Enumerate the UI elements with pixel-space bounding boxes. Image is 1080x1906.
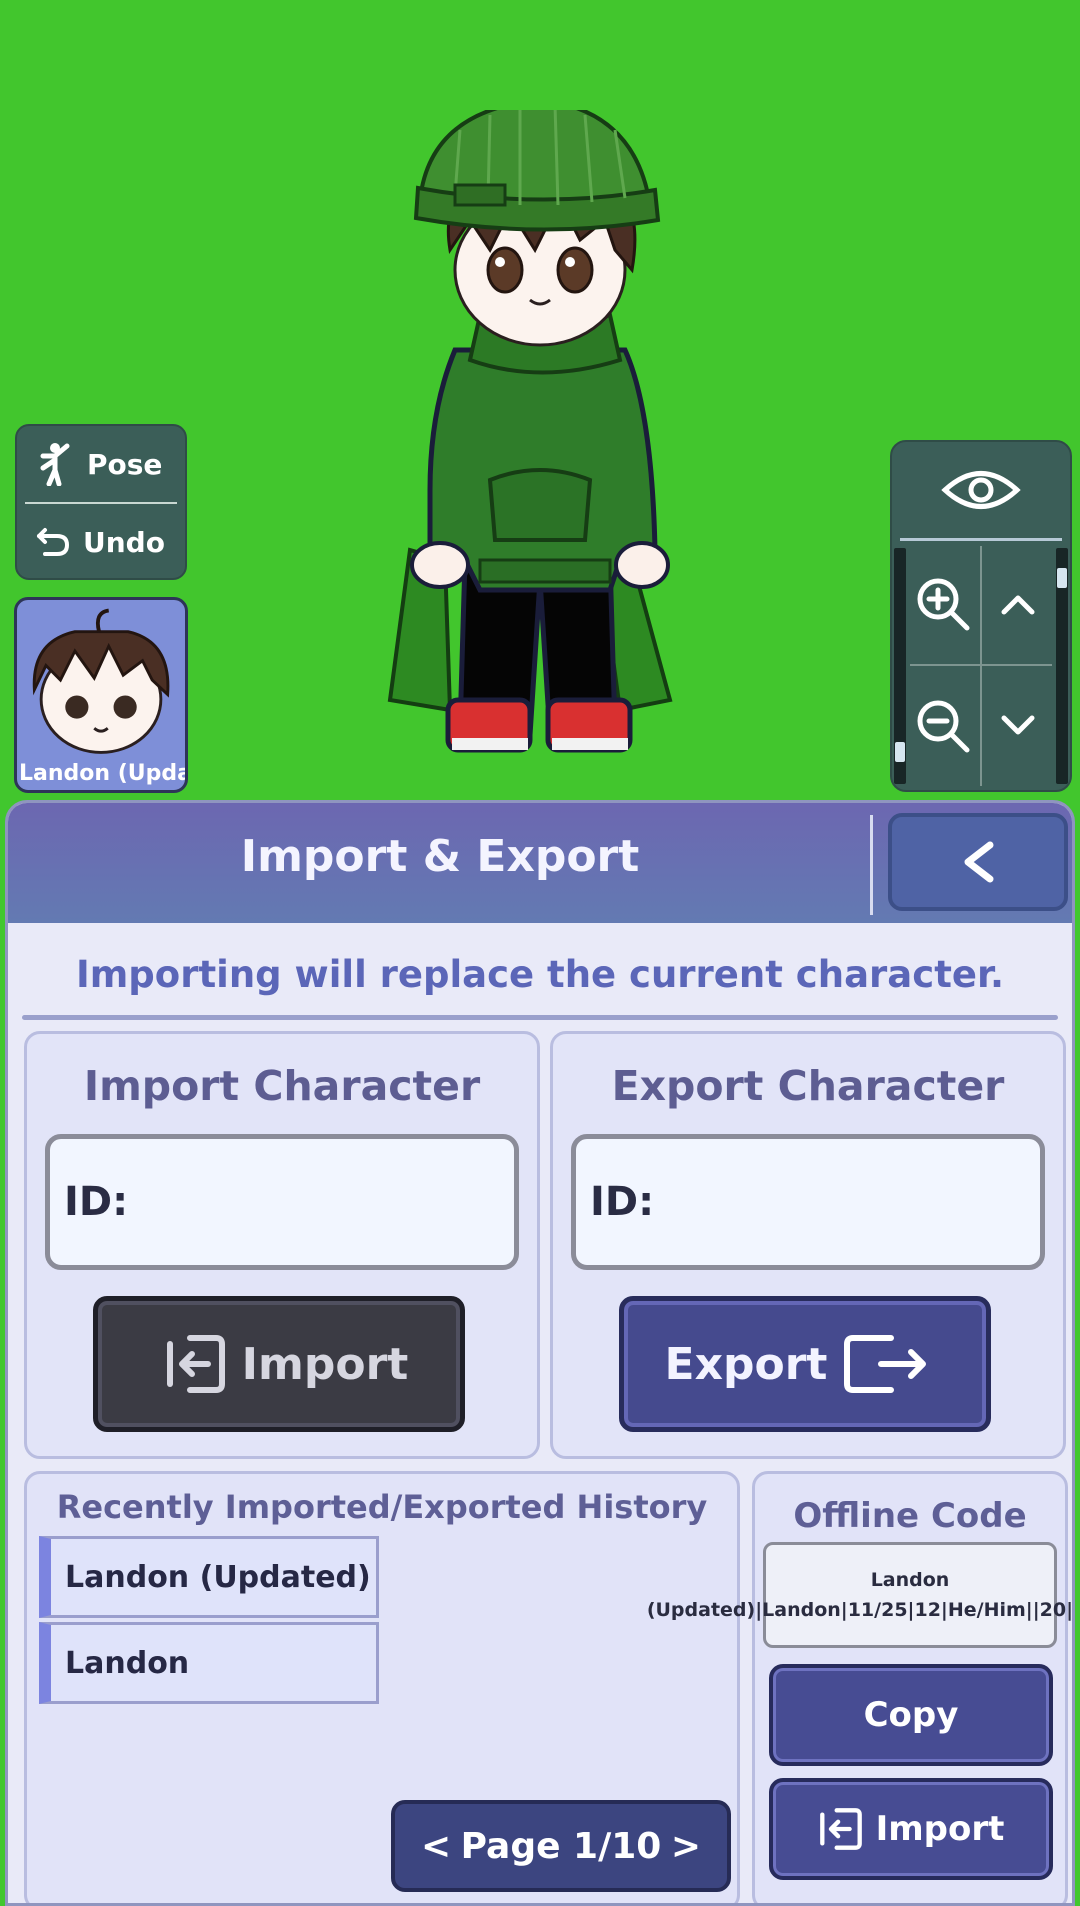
undo-button[interactable]: Undo <box>17 504 189 580</box>
zoom-out-icon <box>917 700 970 753</box>
zoom-in-icon <box>917 578 970 631</box>
copy-button-label: Copy <box>863 1695 959 1735</box>
view-controls-panel <box>890 440 1072 792</box>
eye-icon <box>941 471 1021 509</box>
panel-header: Import & Export <box>8 803 1072 923</box>
zoom-in-button[interactable] <box>906 546 980 662</box>
left-scrollbar[interactable] <box>894 548 906 784</box>
character-slot-label: Landon (Upda <box>19 761 185 786</box>
offline-code-section: Offline Code Landon (Updated)|Landon|11/… <box>647 1471 1072 1903</box>
view-panel-divider <box>900 538 1062 541</box>
import-button[interactable]: Import <box>93 1296 465 1432</box>
offline-import-label: Import <box>875 1809 1005 1849</box>
export-button-label: Export <box>664 1338 828 1390</box>
next-page-button[interactable]: > <box>665 1826 707 1867</box>
chevron-up-icon <box>1001 595 1035 615</box>
export-button[interactable]: Export <box>619 1296 991 1432</box>
chevron-left-icon <box>964 841 994 883</box>
import-section-title: Import Character <box>83 1062 481 1110</box>
chevron-down-icon <box>1001 715 1035 735</box>
import-icon <box>819 1808 862 1850</box>
offline-import-button[interactable]: Import <box>769 1778 1053 1880</box>
export-icon <box>844 1335 927 1393</box>
character-figure[interactable] <box>370 110 720 800</box>
pose-button[interactable]: Pose <box>17 426 189 502</box>
page-indicator: Page 1/10 <box>460 1825 662 1867</box>
import-character-section: Import Character ID: Import <box>24 1031 540 1459</box>
history-item-label: Landon <box>65 1645 190 1681</box>
history-item[interactable]: Landon <box>39 1622 379 1704</box>
import-id-input[interactable]: ID: <box>45 1134 519 1270</box>
undo-icon <box>37 528 70 556</box>
copy-code-button[interactable]: Copy <box>769 1664 1053 1766</box>
import-icon <box>166 1335 225 1393</box>
history-title: Recently Imported/Exported History <box>56 1488 708 1526</box>
right-scrollbar[interactable] <box>1056 548 1068 784</box>
warning-divider <box>22 1015 1058 1020</box>
offline-code-field[interactable]: Landon (Updated)|Landon|11/25|12|He/Him|… <box>647 1542 1072 1648</box>
export-id-label: ID: <box>590 1179 655 1225</box>
pose-icon <box>40 443 70 486</box>
character-slot-card[interactable]: Landon (Upda <box>14 597 188 793</box>
import-export-panel: Import & Export Importing will replace t… <box>5 800 1075 1906</box>
move-down-button[interactable] <box>982 668 1054 784</box>
character-portrait <box>32 608 170 754</box>
history-item[interactable]: Landon (Updated) <box>39 1536 379 1618</box>
header-divider <box>870 815 873 915</box>
visibility-toggle-button[interactable] <box>892 442 1070 538</box>
character-scene: Pose Undo Landon (Upda <box>0 0 1080 800</box>
view-panel-hdivider <box>910 664 1052 666</box>
import-button-label: Import <box>241 1338 409 1390</box>
replace-warning-text: Importing will replace the current chara… <box>75 953 1005 996</box>
pose-label: Pose <box>87 447 163 481</box>
panel-title: Import & Export <box>240 831 640 882</box>
move-up-button[interactable] <box>982 546 1054 662</box>
back-button[interactable] <box>888 813 1068 911</box>
export-section-title: Export Character <box>611 1062 1005 1110</box>
export-character-section: Export Character ID: Export <box>550 1031 1066 1459</box>
history-item-label: Landon (Updated) <box>65 1559 371 1595</box>
history-section: Recently Imported/Exported History Lando… <box>24 1471 740 1903</box>
pose-undo-panel: Pose Undo <box>15 424 187 580</box>
export-id-input[interactable]: ID: <box>571 1134 1045 1270</box>
prev-page-button[interactable]: < <box>415 1826 457 1867</box>
zoom-out-button[interactable] <box>906 668 980 784</box>
undo-label: Undo <box>83 525 165 559</box>
import-id-label: ID: <box>64 1179 129 1225</box>
offline-code-title: Offline Code <box>793 1496 1027 1536</box>
history-pager: < Page 1/10 > <box>391 1800 731 1892</box>
